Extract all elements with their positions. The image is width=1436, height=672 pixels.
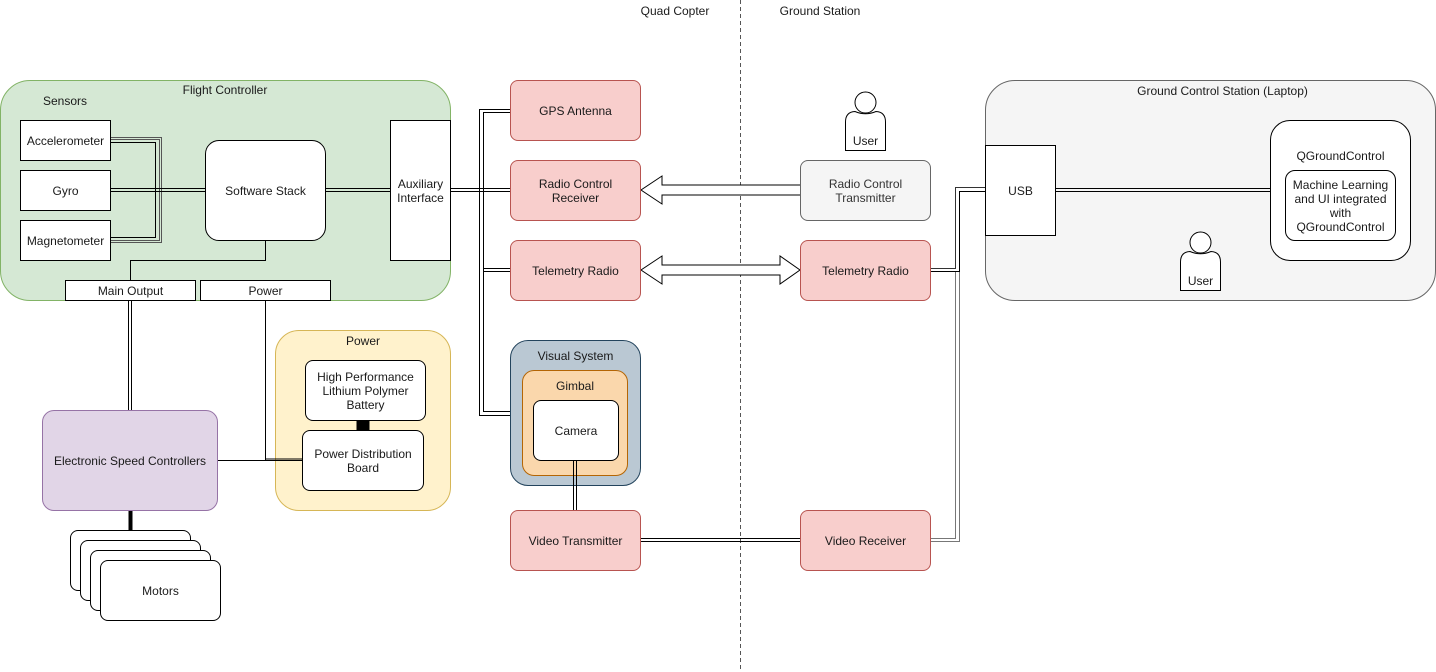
main-output-label: Main Output [97,283,164,298]
telemetry-link-arrow [640,255,801,285]
gcs-user-label: User [1187,274,1214,288]
accelerometer-node[interactable]: Accelerometer [20,120,111,161]
power-port-label: Power [248,283,283,298]
user-icon: User [845,90,886,151]
qgc-ml-ui-label: Machine Learning and UI integrated with … [1292,177,1389,234]
gps-antenna-label: GPS Antenna [539,103,612,118]
wire-video-rx-usb [931,272,956,539]
wire-battery-pdb [356,419,370,431]
telemetry-radio-air-node[interactable]: Telemetry Radio [510,240,641,301]
camera-node[interactable]: Camera [533,400,619,461]
camera-label: Camera [554,423,598,438]
video-transmitter-node[interactable]: Video Transmitter [510,510,641,571]
gcs-user-icon: User [1180,230,1221,291]
rc-transmitter-label: Radio Control Transmitter [828,176,903,205]
magnetometer-node[interactable]: Magnetometer [20,220,111,261]
wire-power-pdb [265,300,303,461]
auxiliary-interface-node[interactable]: Auxiliary Interface [390,120,451,261]
accelerometer-label: Accelerometer [26,133,105,148]
wire-accelerometer [110,137,162,243]
usb-node[interactable]: USB [985,145,1056,236]
esc-label: Electronic Speed Controllers [53,453,207,468]
section-label-quad-copter: Quad Copter [640,4,710,18]
video-transmitter-label: Video Transmitter [528,533,623,548]
gyro-node[interactable]: Gyro [20,170,111,211]
telemetry-radio-air-label: Telemetry Radio [532,263,619,278]
motors-label: Motors [142,583,179,598]
esc-node[interactable]: Electronic Speed Controllers [42,410,218,511]
magnetometer-label: Magnetometer [26,233,105,248]
rc-link-arrow [640,175,800,205]
power-port[interactable]: Power [200,280,331,301]
video-receiver-node[interactable]: Video Receiver [800,510,931,571]
gps-antenna-node[interactable]: GPS Antenna [510,80,641,141]
user-label: User [852,134,879,148]
software-stack-label: Software Stack [225,183,306,198]
wire-telemetry-usb [931,187,985,269]
power-distribution-board-node[interactable]: Power Distribution Board [302,430,424,491]
auxiliary-interface-label: Auxiliary Interface [397,176,444,205]
battery-node[interactable]: High Performance Lithium Polymer Battery [305,360,426,421]
pdb-label: Power Distribution Board [314,446,412,475]
gyro-label: Gyro [52,183,79,198]
rc-receiver-label: Radio Control Receiver [538,176,613,205]
software-stack-node[interactable]: Software Stack [205,140,326,241]
telemetry-radio-ground-label: Telemetry Radio [822,263,909,278]
wire-software-main-output [130,241,266,281]
main-output-port[interactable]: Main Output [65,280,196,301]
motors-node[interactable]: Motors [100,560,221,621]
video-receiver-label: Video Receiver [824,533,907,548]
usb-label: USB [1008,183,1033,198]
section-label-ground-station: Ground Station [779,4,861,18]
battery-label: High Performance Lithium Polymer Battery [317,369,414,412]
rc-receiver-node[interactable]: Radio Control Receiver [510,160,641,221]
telemetry-radio-ground-node[interactable]: Telemetry Radio [800,240,931,301]
rc-transmitter-node[interactable]: Radio Control Transmitter [800,160,931,221]
qgroundcontrol-title: QGroundControl [1296,149,1385,163]
qgc-ml-ui-node[interactable]: Machine Learning and UI integrated with … [1285,170,1396,241]
